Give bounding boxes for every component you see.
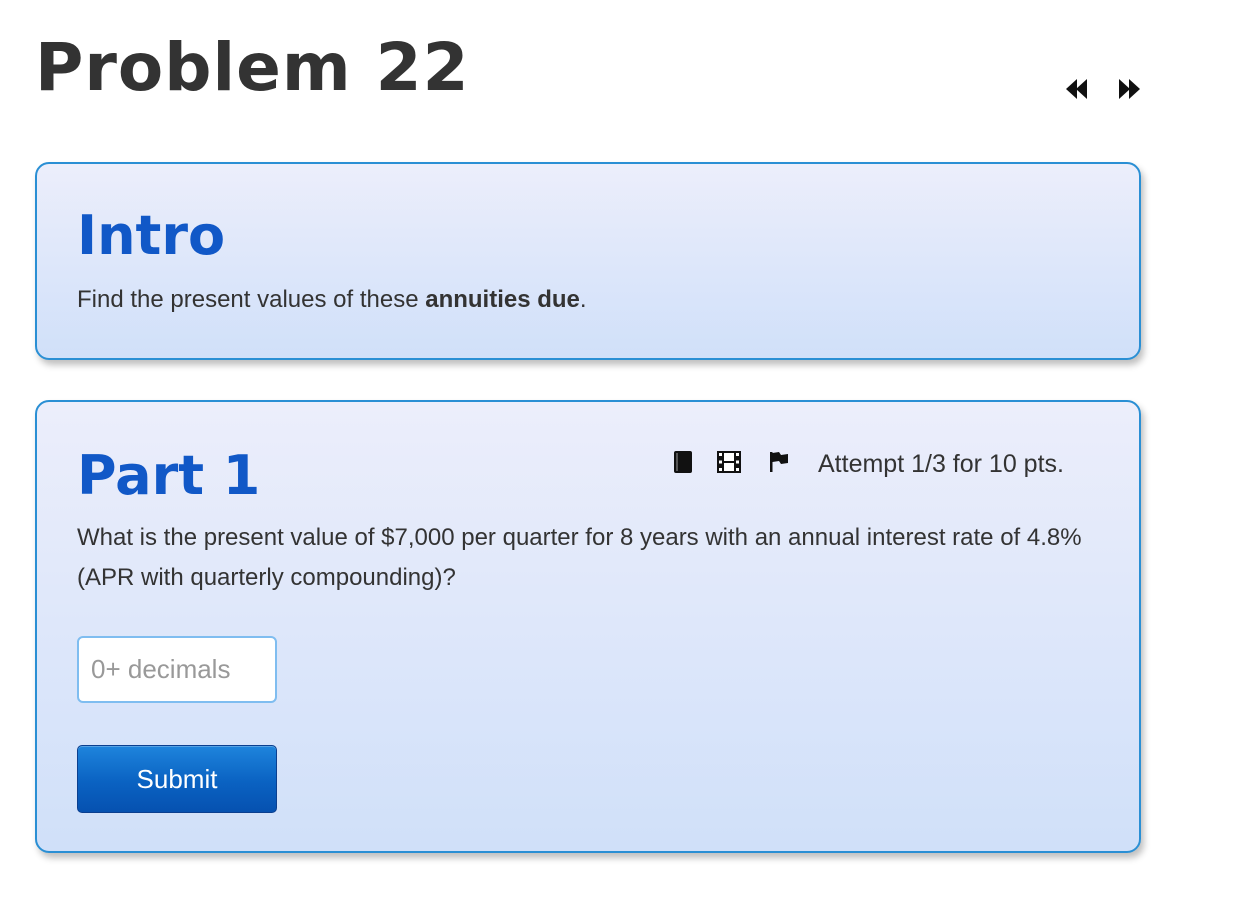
intro-text-emphasis: annuities due xyxy=(425,286,580,313)
answer-input[interactable] xyxy=(77,636,277,703)
attempt-status: Attempt 1/3 for 10 pts. xyxy=(818,450,1064,478)
flag-icon[interactable] xyxy=(767,450,791,474)
intro-text-end: . xyxy=(579,286,587,313)
fast-forward-icon[interactable] xyxy=(1116,76,1142,102)
book-icon[interactable] xyxy=(671,450,695,474)
intro-heading: Intro xyxy=(77,204,226,267)
intro-card: Intro Find the present values of these a… xyxy=(35,162,1141,360)
page-title: Problem 22 xyxy=(35,29,470,106)
part1-card: Part 1 Attempt 1/3 for 10 pts. What is t… xyxy=(35,400,1141,853)
part1-heading: Part 1 xyxy=(77,444,261,507)
question-text: What is the present value of $7,000 per … xyxy=(77,524,1082,591)
intro-text-start: Find the present values of these xyxy=(77,286,426,313)
intro-text: Find the present values of these annuiti… xyxy=(77,280,1097,320)
rewind-icon[interactable] xyxy=(1064,76,1090,102)
page: Problem 22 Intro Find the present values… xyxy=(0,0,1260,900)
submit-button[interactable]: Submit xyxy=(77,745,277,813)
film-icon[interactable] xyxy=(716,450,741,474)
problem-navigation xyxy=(1064,76,1144,102)
